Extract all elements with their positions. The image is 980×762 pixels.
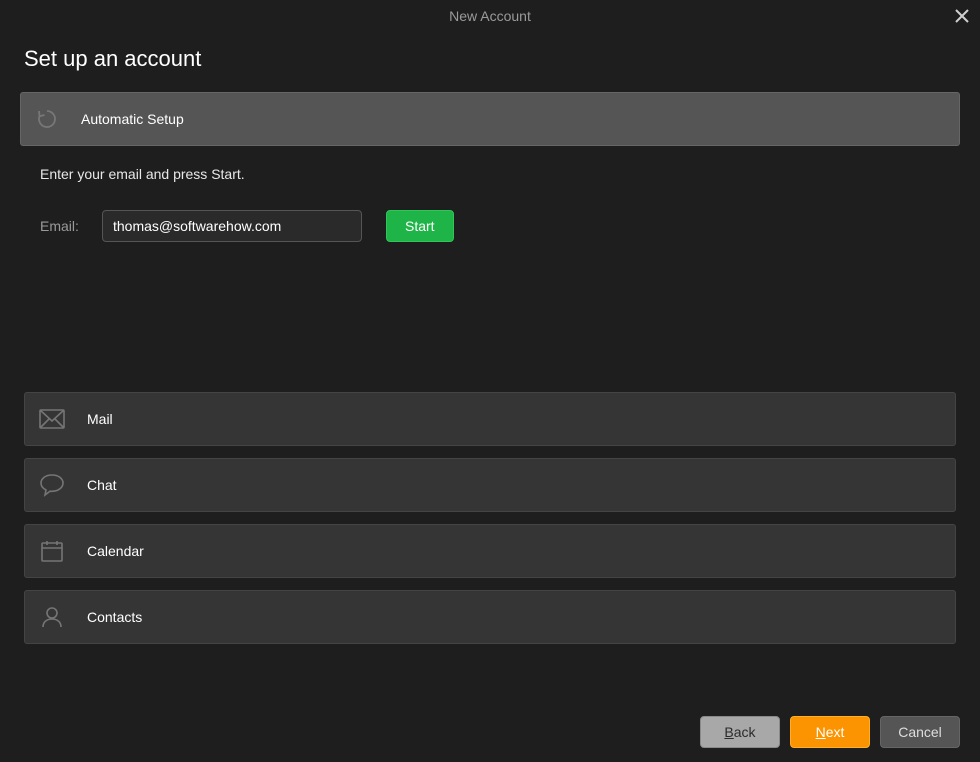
title-bar: New Account xyxy=(0,0,980,32)
option-calendar-label: Calendar xyxy=(87,543,144,559)
start-button[interactable]: Start xyxy=(386,210,454,242)
cancel-button[interactable]: Cancel xyxy=(880,716,960,748)
refresh-icon xyxy=(35,107,59,131)
instruction-text: Enter your email and press Start. xyxy=(40,166,960,182)
content-area: Set up an account Automatic Setup Enter … xyxy=(0,32,980,644)
calendar-icon xyxy=(39,538,65,564)
option-chat-label: Chat xyxy=(87,477,117,493)
next-button-rest: ext xyxy=(826,724,845,740)
close-icon xyxy=(955,9,969,23)
mail-icon xyxy=(39,406,65,432)
close-button[interactable] xyxy=(950,4,974,28)
page-title: Set up an account xyxy=(20,46,960,72)
automatic-setup-label: Automatic Setup xyxy=(81,111,184,127)
option-contacts-label: Contacts xyxy=(87,609,142,625)
email-row: Email: Start xyxy=(40,210,960,242)
option-mail[interactable]: Mail xyxy=(24,392,956,446)
footer-buttons: Back Next Cancel xyxy=(700,716,960,748)
next-button[interactable]: Next xyxy=(790,716,870,748)
option-chat[interactable]: Chat xyxy=(24,458,956,512)
automatic-setup-panel[interactable]: Automatic Setup xyxy=(20,92,960,146)
chat-icon xyxy=(39,472,65,498)
option-mail-label: Mail xyxy=(87,411,113,427)
email-input[interactable] xyxy=(102,210,362,242)
back-button-rest: ack xyxy=(734,724,756,740)
back-button[interactable]: Back xyxy=(700,716,780,748)
email-label: Email: xyxy=(40,218,90,234)
option-contacts[interactable]: Contacts xyxy=(24,590,956,644)
contacts-icon xyxy=(39,604,65,630)
option-calendar[interactable]: Calendar xyxy=(24,524,956,578)
account-options: Mail Chat Calendar Contacts xyxy=(20,392,960,644)
window-title: New Account xyxy=(449,8,531,24)
